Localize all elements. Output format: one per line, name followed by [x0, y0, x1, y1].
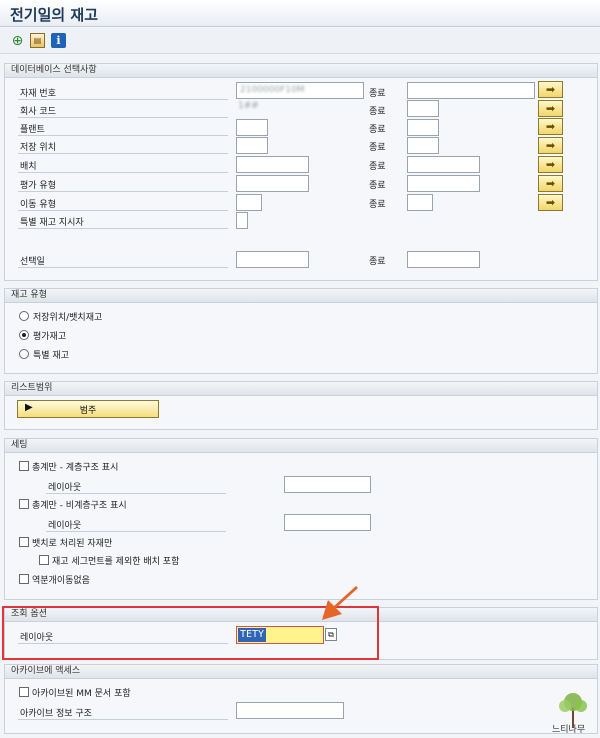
archive-info-structure-label: 아카이브 정보 구조 [20, 709, 92, 719]
valuation-type-to-label: 종료 [369, 181, 386, 191]
totals-hierarchy-checkbox[interactable] [19, 461, 29, 471]
include-segment-checkbox[interactable] [39, 555, 49, 565]
storage-location-to-label: 종료 [369, 143, 386, 153]
material-from-value: 2100000F10M [240, 85, 305, 95]
material-to-label: 종료 [369, 89, 386, 99]
category-button[interactable]: ▶ 범주 [17, 400, 159, 418]
section-title: 재고 유형 [5, 289, 597, 303]
special-stock-radio[interactable] [19, 349, 29, 359]
info-icon[interactable]: i [51, 33, 66, 48]
multiple-selection-icon[interactable]: ➡ [538, 175, 563, 192]
company-code-value: 1## [238, 101, 259, 111]
include-archived-label: 아카이브된 MM 문서 포함 [32, 689, 131, 699]
material-from-input[interactable]: 2100000F10M [236, 82, 364, 99]
movement-type-label: 이동 유형 [20, 200, 56, 210]
multiple-selection-icon[interactable]: ➡ [538, 81, 563, 98]
layout-label-2: 레이아웃 [48, 521, 82, 531]
movement-type-to-label: 종료 [369, 200, 386, 210]
layout-label-1: 레이아웃 [48, 483, 82, 493]
include-archived-checkbox[interactable] [19, 687, 29, 697]
valuation-type-to-input[interactable] [407, 175, 480, 192]
plant-to-label: 종료 [369, 125, 386, 135]
archive-section: 아카이브에 액세스 [4, 664, 598, 734]
batch-managed-label: 뱃치로 처리된 자재만 [32, 539, 113, 549]
storage-location-label: 저장 위치 [20, 143, 56, 153]
valuation-type-from-input[interactable] [236, 175, 309, 192]
batch-from-input[interactable] [236, 156, 309, 173]
window-title: 전기일의 재고 [10, 6, 99, 24]
storage-batch-stock-label: 저장위치/뱃치재고 [33, 313, 103, 323]
hierarchy-layout-input[interactable] [284, 476, 371, 493]
archive-info-structure-input[interactable] [236, 702, 344, 719]
plant-label: 플랜트 [20, 125, 45, 135]
section-title: 아카이브에 액세스 [5, 665, 597, 679]
multiple-selection-icon[interactable]: ➡ [538, 156, 563, 173]
get-variant-icon[interactable]: ▤ [30, 33, 45, 48]
movement-type-from-input[interactable] [236, 194, 262, 211]
multiple-selection-icon[interactable]: ➡ [538, 194, 563, 211]
valuated-stock-radio[interactable] [19, 330, 29, 340]
batch-managed-checkbox[interactable] [19, 537, 29, 547]
section-title: 세팅 [5, 439, 597, 453]
annotation-arrow-icon [322, 586, 358, 620]
valuation-type-label: 평가 유형 [20, 181, 56, 191]
watermark-text: 느티나무 [552, 725, 586, 735]
batch-label: 배치 [20, 162, 37, 172]
multiple-selection-icon[interactable]: ➡ [538, 100, 563, 117]
multiple-selection-icon[interactable]: ➡ [538, 118, 563, 135]
totals-nonhierarchy-checkbox[interactable] [19, 499, 29, 509]
storage-batch-stock-radio[interactable] [19, 311, 29, 321]
category-button-label: 범주 [79, 406, 97, 416]
movement-type-to-input[interactable] [407, 194, 433, 211]
selection-date-to-input[interactable] [407, 251, 480, 268]
no-reversal-checkbox[interactable] [19, 574, 29, 584]
execute-icon[interactable]: ⊕ [10, 33, 25, 49]
plant-to-input[interactable] [407, 119, 439, 136]
valuated-stock-label: 평가재고 [33, 332, 67, 342]
totals-nonhierarchy-label: 총계만 - 비계층구조 표시 [32, 501, 127, 511]
company-code-label: 회사 코드 [20, 107, 56, 117]
storage-location-to-input[interactable] [407, 137, 439, 154]
batch-to-label: 종료 [369, 162, 386, 172]
batch-to-input[interactable] [407, 156, 480, 173]
include-segment-label: 재고 세그먼트를 제외한 배치 포함 [52, 557, 180, 567]
selection-date-to-label: 종료 [369, 257, 386, 267]
company-code-to-input[interactable] [407, 100, 439, 117]
plant-from-input[interactable] [236, 119, 268, 136]
company-code-to-label: 종료 [369, 107, 386, 117]
selection-date-label: 선택일 [20, 257, 45, 267]
title-bar: 전기일의 재고 [0, 0, 600, 27]
material-label: 자재 번호 [20, 89, 56, 99]
nonhierarchy-layout-input[interactable] [284, 514, 371, 531]
section-title: 리스트범위 [5, 382, 597, 396]
special-stock-label: 특별 재고 지시자 [20, 218, 84, 228]
multiple-selection-icon[interactable]: ➡ [538, 137, 563, 154]
storage-location-from-input[interactable] [236, 137, 268, 154]
stock-type-section: 재고 유형 [4, 288, 598, 374]
selection-date-from-input[interactable] [236, 251, 309, 268]
special-stock-radio-label: 특별 재고 [33, 351, 69, 361]
totals-hierarchy-label: 총계만 - 계층구조 표시 [32, 463, 119, 473]
material-to-input[interactable] [407, 82, 535, 99]
section-title: 데이터베이스 선택사항 [5, 64, 597, 78]
special-stock-input[interactable] [236, 212, 248, 229]
no-reversal-label: 역분개이동없음 [32, 576, 90, 586]
application-toolbar: ⊕ ▤ i [0, 28, 600, 54]
